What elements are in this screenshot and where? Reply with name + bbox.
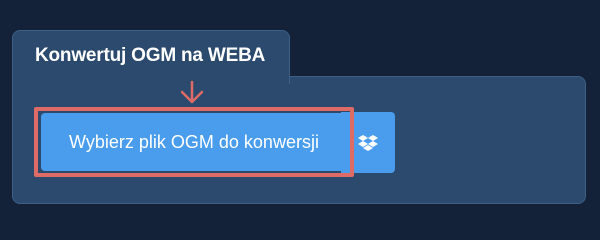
choose-file-button[interactable]: Wybierz plik OGM do konwersji bbox=[41, 113, 347, 171]
arrow-down-icon bbox=[180, 80, 204, 104]
converter-tab: Konwertuj OGM na WEBA bbox=[12, 30, 290, 84]
tab-title: Konwertuj OGM na WEBA bbox=[35, 45, 266, 66]
choose-file-label: Wybierz plik OGM do konwersji bbox=[69, 131, 319, 152]
dropbox-icon bbox=[358, 134, 378, 151]
